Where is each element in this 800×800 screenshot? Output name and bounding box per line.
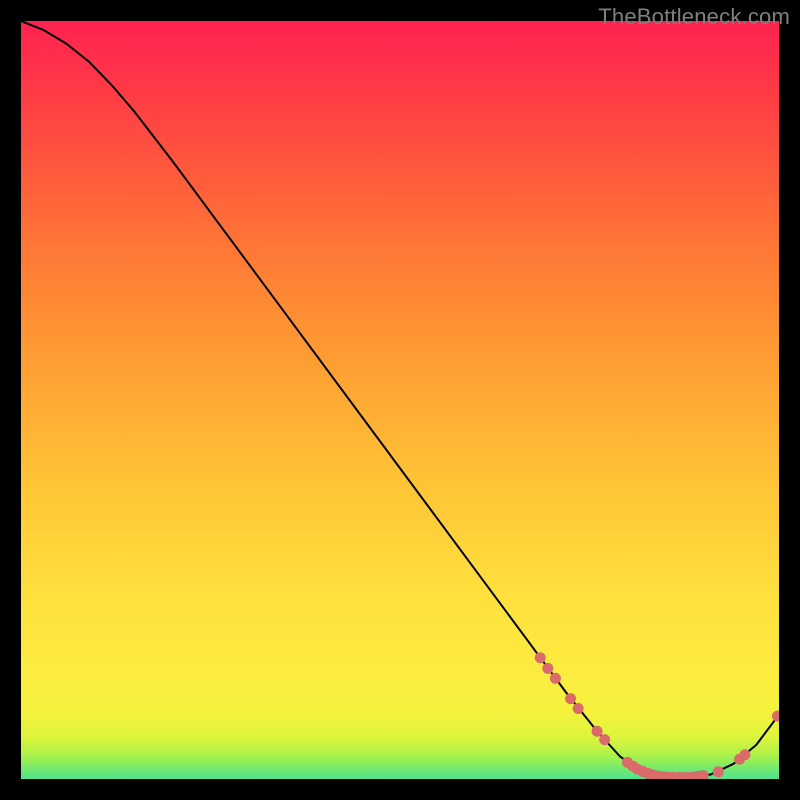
data-marker xyxy=(739,749,750,760)
data-marker xyxy=(713,766,724,777)
data-marker xyxy=(550,673,561,684)
data-marker xyxy=(535,652,546,663)
data-marker xyxy=(565,693,576,704)
data-marker xyxy=(573,703,584,714)
data-marker xyxy=(592,726,603,737)
gradient-background xyxy=(21,21,779,779)
chart-svg xyxy=(21,21,779,779)
data-marker xyxy=(599,734,610,745)
chart-container: TheBottleneck.com xyxy=(0,0,800,800)
watermark-text: TheBottleneck.com xyxy=(598,4,790,30)
data-marker xyxy=(542,663,553,674)
plot-area xyxy=(21,21,779,779)
